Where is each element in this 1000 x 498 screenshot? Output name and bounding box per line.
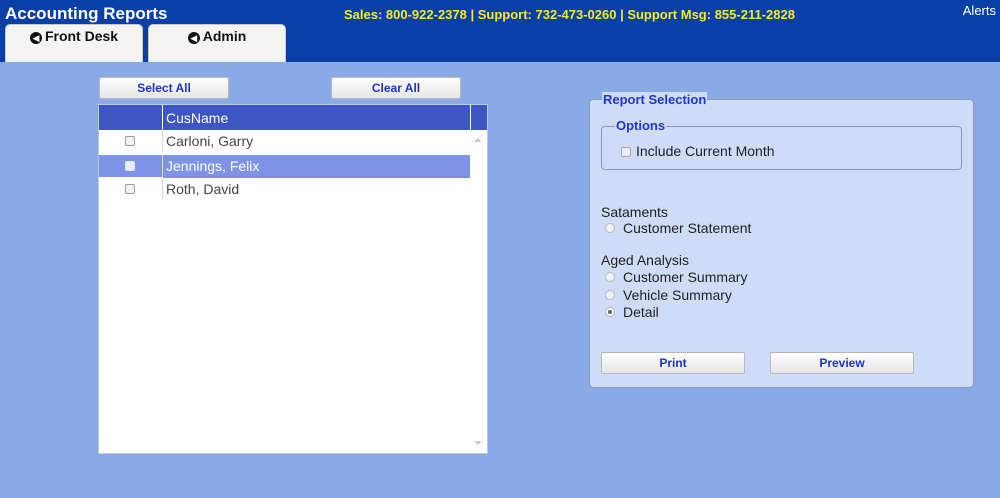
include-current-month-checkbox[interactable] [621, 147, 631, 157]
table-row[interactable]: Carloni, Garry [99, 130, 471, 152]
customer-statement-label[interactable]: Customer Statement [623, 220, 751, 236]
checkbox-column-header [99, 105, 163, 130]
page-title: Accounting Reports [5, 4, 168, 23]
row-checkbox-cell [99, 130, 163, 152]
app-header: Accounting Reports Sales: 800-922-2378 |… [0, 0, 1000, 62]
detail-label[interactable]: Detail [623, 304, 659, 320]
scroll-column-header [470, 105, 487, 130]
include-current-month-label[interactable]: Include Current Month [636, 143, 775, 159]
customer-statement-radio[interactable] [605, 223, 615, 233]
report-selection-legend: Report Selection [602, 92, 708, 107]
customer-name: Carloni, Garry [166, 133, 254, 149]
options-group: Options Include Current Month [601, 118, 962, 170]
scroll-down-icon[interactable] [474, 441, 482, 445]
grid-scrollbar[interactable] [470, 130, 487, 453]
circle-arrow-left-icon: ◀ [29, 32, 42, 44]
grid-body: Carloni, Garry Jennings, Felix Roth, Dav… [99, 130, 471, 453]
preview-button[interactable]: Preview [770, 352, 914, 374]
row-checkbox[interactable] [125, 161, 135, 171]
grid-header: CusName [99, 105, 487, 130]
table-row[interactable]: Roth, David [99, 178, 471, 200]
options-legend: Options [615, 118, 667, 133]
row-checkbox-cell [99, 155, 163, 177]
customer-name: Jennings, Felix [166, 158, 260, 174]
customer-name: Roth, David [166, 181, 240, 197]
tab-front-desk[interactable]: ◀ Front Desk [5, 24, 143, 62]
row-checkbox[interactable] [125, 136, 135, 146]
statements-heading: Sataments [601, 204, 668, 220]
tab-admin[interactable]: ◀ Admin [148, 24, 286, 62]
select-all-button[interactable]: Select All [99, 77, 229, 99]
tab-label: Front Desk [44, 28, 119, 44]
alerts-link[interactable]: Alerts [963, 3, 996, 18]
tab-label: Admin [202, 28, 247, 44]
scroll-up-icon[interactable] [474, 138, 482, 142]
print-button[interactable]: Print [601, 352, 745, 374]
detail-radio[interactable] [605, 307, 615, 317]
circle-arrow-left-icon: ◀ [187, 32, 200, 44]
contact-info: Sales: 800-922-2378 | Support: 732-473-0… [344, 7, 795, 22]
customer-summary-label[interactable]: Customer Summary [623, 269, 747, 285]
vehicle-summary-label[interactable]: Vehicle Summary [623, 287, 732, 303]
customer-summary-radio[interactable] [605, 272, 615, 282]
customer-grid: CusName Carloni, Garry Jennings, Felix R… [98, 104, 488, 454]
row-checkbox[interactable] [125, 184, 135, 194]
column-header-cusname[interactable]: CusName [166, 110, 228, 126]
vehicle-summary-radio[interactable] [605, 290, 615, 300]
aged-analysis-heading: Aged Analysis [601, 252, 689, 268]
clear-all-button[interactable]: Clear All [331, 77, 461, 99]
report-selection-panel: Report Selection Options Include Current… [589, 92, 974, 388]
table-row[interactable]: Jennings, Felix [99, 155, 471, 177]
row-checkbox-cell [99, 178, 163, 200]
